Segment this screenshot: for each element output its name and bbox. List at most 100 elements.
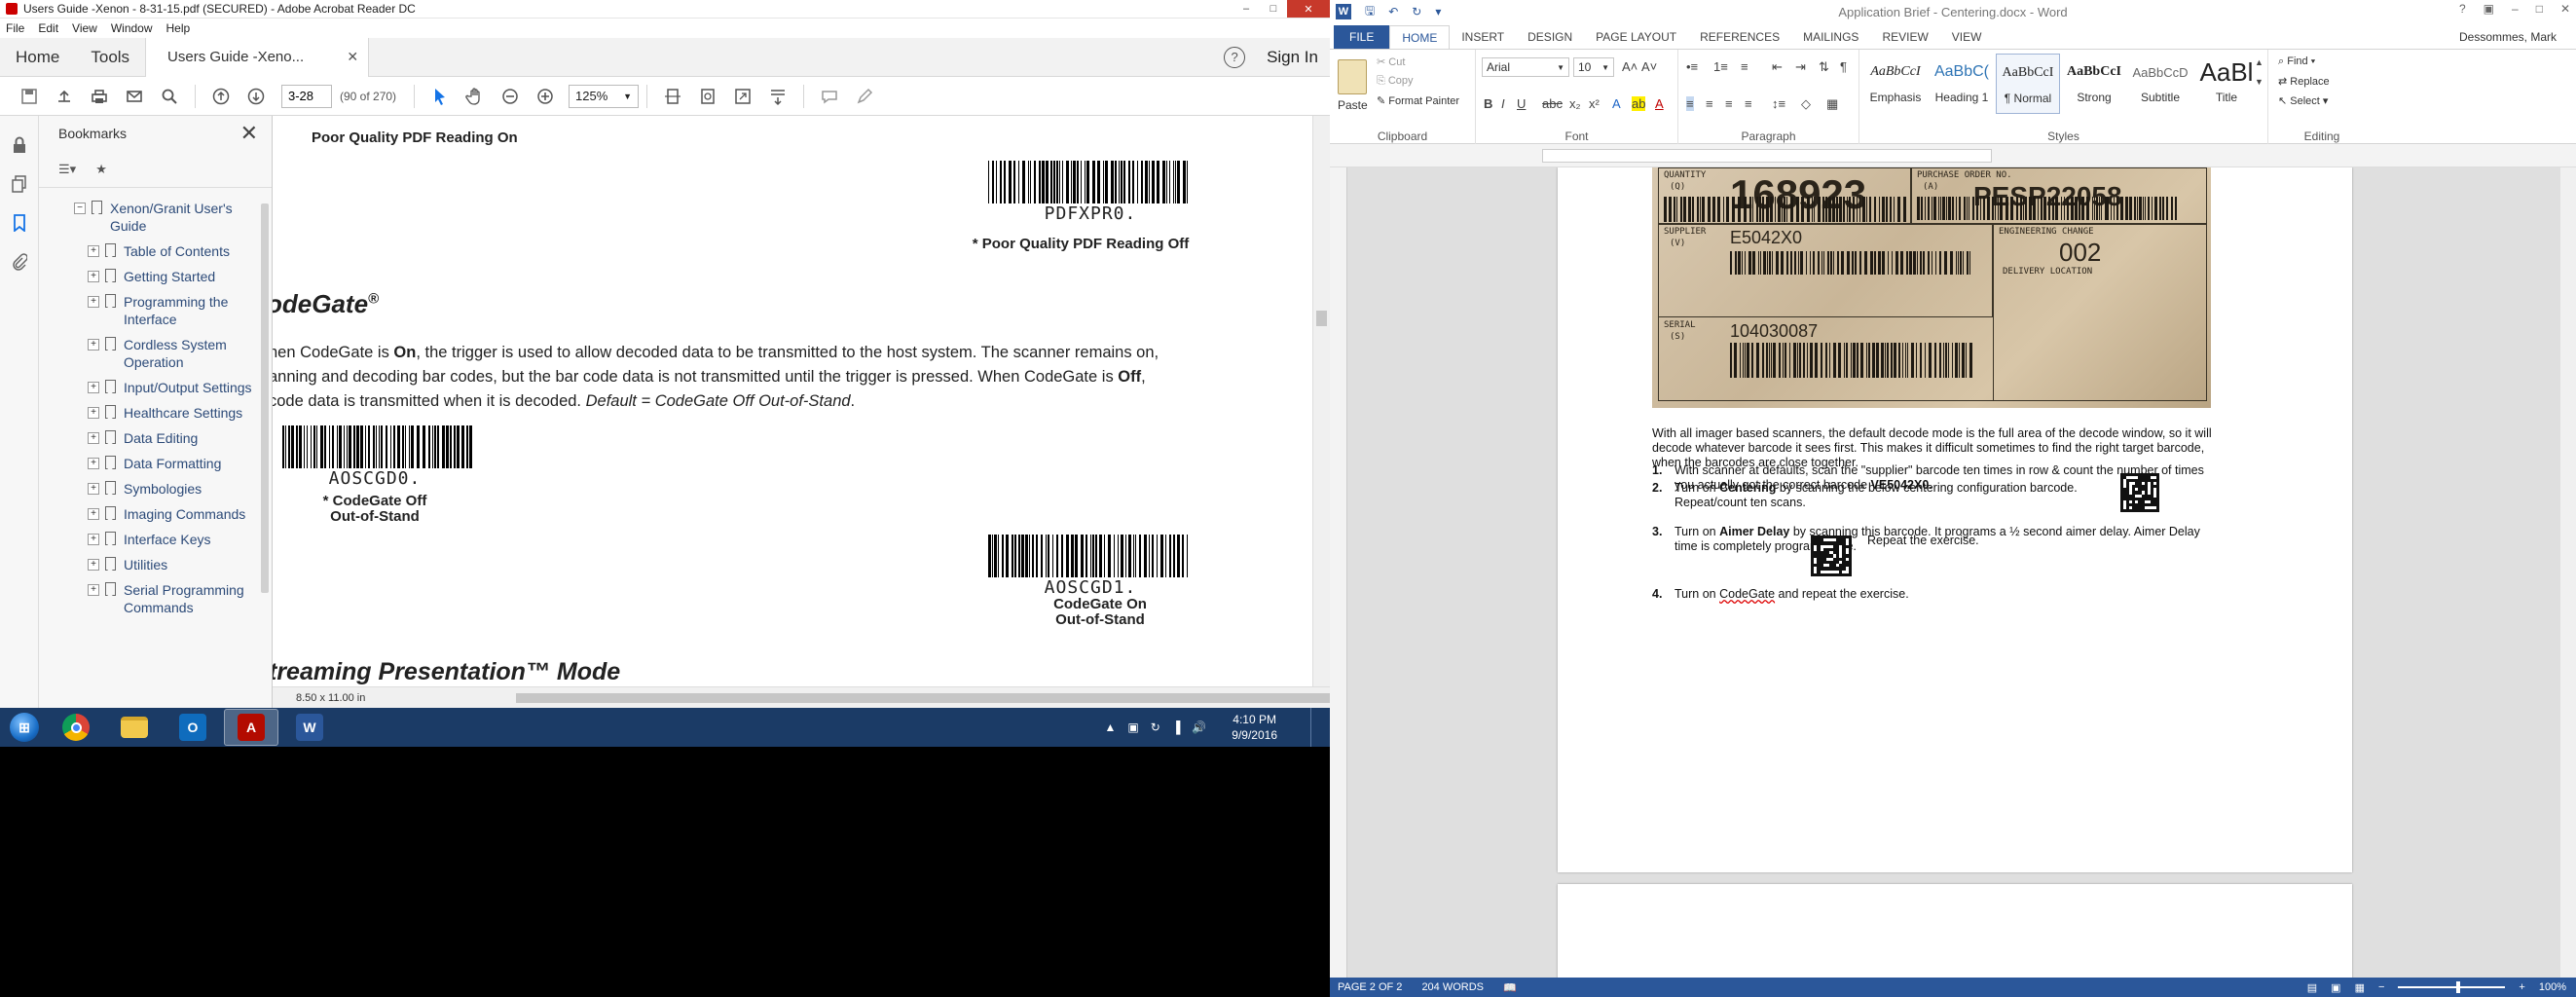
subscript-icon[interactable]: x₂ [1569,96,1581,111]
sign-in-button[interactable]: Sign In [1267,48,1318,67]
network-icon[interactable]: ▐ [1172,720,1181,734]
volume-icon[interactable]: 🔊 [1192,720,1206,734]
taskbar-acrobat[interactable]: A [224,709,278,746]
paste-icon[interactable] [1338,59,1367,94]
bookmark-options-icon[interactable]: ☰▾ [58,162,76,177]
zoom-out-icon[interactable] [493,81,528,112]
grow-font-icon[interactable]: A˄ [1622,59,1638,74]
scrollbar-thumb[interactable] [516,693,1330,703]
menu-help[interactable]: Help [166,21,191,35]
align-right-icon[interactable]: ≡ [1725,96,1733,111]
style-heading-1[interactable]: AaBbC(Heading 1 [1930,54,1994,114]
bookmark-item[interactable]: + Programming the Interface [39,289,272,332]
clock[interactable]: 4:10 PM 9/9/2016 [1232,712,1277,743]
menu-window[interactable]: Window [111,21,153,35]
zoom-level-select[interactable]: 125% ▼ [569,84,640,108]
bookmark-item[interactable]: + Data Formatting [39,451,272,476]
expand-icon[interactable]: + [88,339,99,351]
bookmark-item[interactable]: + Symbologies [39,476,272,501]
bold-icon[interactable]: B [1484,96,1492,111]
expand-icon[interactable]: + [88,245,99,257]
text-effects-icon[interactable]: A [1612,96,1621,111]
taskbar-chrome[interactable] [49,709,103,746]
line-spacing-icon[interactable]: ↕≡ [1772,96,1785,111]
align-left-icon[interactable]: ≡ [1686,96,1694,111]
zoom-in-icon[interactable]: + [2519,981,2524,993]
next-page-icon[interactable] [239,81,274,112]
print-layout-icon[interactable]: ▣ [2331,981,2340,994]
close-panel-icon[interactable]: ✕ [240,121,258,146]
style-strong[interactable]: AaBbCcI Strong [2062,54,2126,114]
numbering-icon[interactable]: 1≡ [1713,59,1728,74]
attachment-icon[interactable] [10,252,29,272]
show-desktop-button[interactable] [1310,708,1320,747]
scroll-mode-icon[interactable] [760,81,795,112]
expand-bookmark-icon[interactable]: ★ [95,162,107,177]
tab-insert[interactable]: INSERT [1450,25,1516,49]
superscript-icon[interactable]: x² [1589,96,1600,111]
show-marks-icon[interactable]: ¶ [1840,59,1847,74]
bookmark-item[interactable]: + Cordless System Operation [39,332,272,375]
tab-file[interactable]: FILE [1334,25,1390,49]
search-icon[interactable] [152,81,187,112]
style-subtitle[interactable]: AaBbCcD Subtitle [2128,54,2192,114]
previous-page-icon[interactable] [203,81,239,112]
tab-tools[interactable]: Tools [75,38,145,77]
bookmark-item[interactable]: + Input/Output Settings [39,375,272,400]
lock-icon[interactable] [10,135,29,155]
styles-scroll-up-icon[interactable]: ▲ [2255,57,2263,67]
taskbar-outlook[interactable]: O [166,709,220,746]
tray-sync-icon[interactable]: ↻ [1151,720,1160,734]
tab-design[interactable]: DESIGN [1516,25,1584,49]
bookmark-item[interactable]: + Healthcare Settings [39,400,272,425]
horizontal-ruler[interactable] [1330,144,2576,167]
hand-tool-icon[interactable] [458,81,493,112]
minimize-button[interactable]: ‒ [1233,0,1260,18]
styles-scroll-down-icon[interactable]: ▼ [2255,77,2263,87]
tab-references[interactable]: REFERENCES [1688,25,1791,49]
expand-icon[interactable]: + [88,271,99,282]
read-mode-icon[interactable]: ▤ [2307,981,2317,994]
close-tab-icon[interactable]: ✕ [347,49,358,65]
word-count-status[interactable]: 204 WORDS [1421,981,1484,993]
expand-icon[interactable]: + [88,483,99,495]
customize-qat-icon[interactable]: ▾ [1435,5,1441,18]
redo-icon[interactable]: ↻ [1412,5,1421,18]
ribbon-display-icon[interactable]: ▣ [2484,2,2494,16]
user-name[interactable]: Dessommes, Mark [2459,30,2557,44]
save-icon[interactable] [12,81,47,112]
start-button[interactable]: ⊞ [0,708,49,747]
tab-page-layout[interactable]: PAGE LAYOUT [1584,25,1688,49]
underline-icon[interactable]: U [1517,96,1526,111]
bookmark-item[interactable]: + Utilities [39,552,272,577]
shrink-font-icon[interactable]: A˅ [1641,59,1657,74]
bookmark-root[interactable]: − Xenon/Granit User's Guide [39,196,272,239]
cut-button[interactable]: ✂ Cut [1377,55,1405,68]
bookmarks-scrollbar[interactable] [260,203,270,612]
vertical-ruler[interactable] [1330,167,1347,978]
borders-icon[interactable]: ▦ [1826,96,1838,112]
comment-icon[interactable] [812,81,847,112]
align-center-icon[interactable]: ≡ [1706,96,1713,111]
select-button[interactable]: ↖ Select ▾ [2278,94,2328,107]
zoom-in-icon[interactable] [528,81,563,112]
zoom-slider[interactable] [2398,981,2506,993]
document-horizontal-scrollbar[interactable]: 8.50 x 11.00 in [273,686,1330,708]
menu-file[interactable]: File [6,21,24,35]
replace-button[interactable]: ⇄ Replace [2278,75,2330,88]
italic-icon[interactable]: I [1501,96,1505,111]
bookmark-item[interactable]: + Interface Keys [39,527,272,552]
tray-app-icon[interactable]: ▣ [1127,720,1138,734]
taskbar-explorer[interactable] [107,709,162,746]
expand-icon[interactable]: + [88,508,99,520]
style-title[interactable]: AaBl Title [2194,54,2259,114]
web-layout-icon[interactable]: ▦ [2355,981,2365,994]
page-count-status[interactable]: PAGE 2 OF 2 [1338,981,1402,993]
multilevel-list-icon[interactable]: ≡ [1741,59,1748,74]
expand-icon[interactable]: + [88,296,99,308]
expand-icon[interactable]: + [88,534,99,545]
justify-icon[interactable]: ≡ [1745,96,1752,111]
restore-button[interactable]: □ [2536,2,2543,16]
zoom-level[interactable]: 100% [2539,981,2566,993]
undo-icon[interactable]: ↶ [1388,5,1398,18]
